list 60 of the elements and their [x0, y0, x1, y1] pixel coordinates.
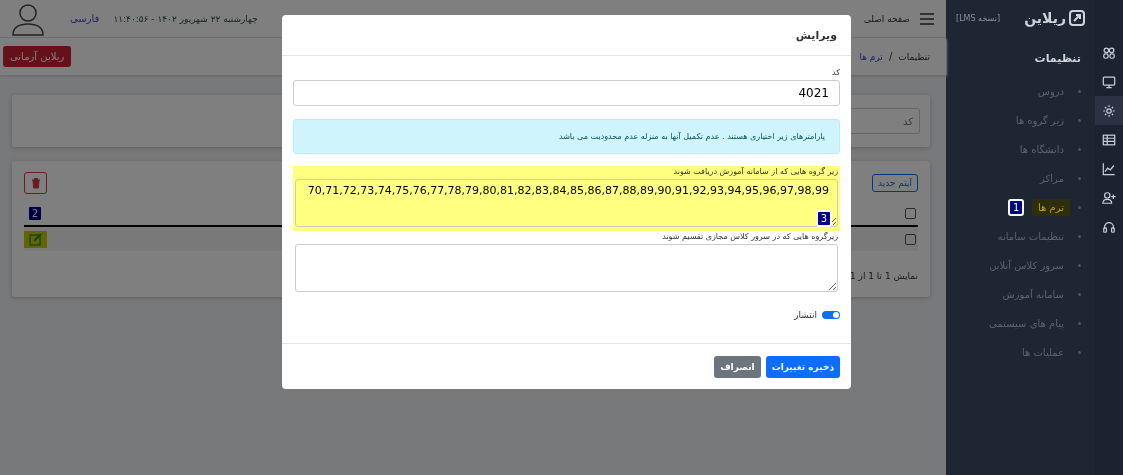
- annotation-badge: 2: [27, 205, 44, 222]
- sidebar-item[interactable]: ترم ها: [1032, 199, 1070, 216]
- toggle-label: انتشار: [794, 310, 817, 320]
- bullet-icon: [1078, 206, 1081, 209]
- sidebar-item[interactable]: سرور کلاس آنلاین: [983, 257, 1070, 274]
- bullet-icon: [1078, 235, 1081, 238]
- language-link[interactable]: فارسی: [70, 13, 100, 24]
- avatar-icon[interactable]: [10, 1, 46, 36]
- nav-link[interactable]: صفحه اصلی: [863, 13, 910, 24]
- sidebar-item[interactable]: تنظیمات سامانه: [991, 228, 1070, 245]
- bullet-icon: [1078, 119, 1081, 122]
- version-label: [نسخه LMS]: [956, 13, 1001, 23]
- annotation-badge: 1: [1007, 199, 1024, 216]
- pagination-info: نمایش 1 تا 1 از 1: [849, 271, 918, 281]
- row-checkbox[interactable]: [905, 233, 916, 245]
- logo-text: ریلاین: [1024, 10, 1066, 26]
- trash-icon: [30, 177, 41, 189]
- cancel-button[interactable]: انصراف: [714, 355, 761, 378]
- publish-toggle[interactable]: [822, 311, 840, 319]
- bullet-icon: [1078, 148, 1081, 151]
- sidebar-item[interactable]: پیام های سیستمی: [983, 315, 1070, 332]
- sidebar-item[interactable]: دانشگاه ها: [1013, 141, 1070, 158]
- code-field[interactable]: 4021: [293, 80, 840, 106]
- breadcrumb-item[interactable]: تنظیمات: [898, 51, 930, 62]
- bullet-icon: [1078, 351, 1081, 354]
- date-time: چهارشنبه ۲۲ شهریور ۱۴۰۲ - ۱۱:۴۰:۵۶: [113, 13, 258, 24]
- field-label: زیرگروه هایی که در سرور کلاس مجازی تقسیم شوند: [661, 232, 838, 241]
- sidebar-item[interactable]: دروس: [1031, 83, 1070, 100]
- bullet-icon: [1078, 293, 1081, 296]
- breadcrumb-item[interactable]: ترم ها: [859, 51, 883, 62]
- headset-icon[interactable]: [1102, 219, 1116, 234]
- delete-button[interactable]: [24, 172, 47, 194]
- dialog-title: ویرایش: [282, 15, 851, 56]
- sidebar-item[interactable]: سامانه آموزش: [996, 286, 1070, 303]
- menu-icon[interactable]: [920, 12, 934, 25]
- new-item-button[interactable]: آیتم جدید: [871, 174, 918, 192]
- monitor-icon[interactable]: [1102, 74, 1116, 89]
- people-icon[interactable]: [1102, 45, 1116, 60]
- sidebar-item[interactable]: زیر گروه ها: [1009, 112, 1070, 129]
- annotation-badge: 3: [815, 210, 832, 227]
- breadcrumb-separator: /: [888, 51, 893, 62]
- sidebar-item[interactable]: مراکز: [1034, 170, 1070, 187]
- bullet-icon: [1078, 177, 1081, 180]
- sidebar-item[interactable]: عملیات ها: [1015, 344, 1070, 361]
- bullet-icon: [1078, 90, 1081, 93]
- gear-icon[interactable]: [1102, 103, 1116, 118]
- table-icon[interactable]: [1102, 132, 1116, 147]
- logo-icon: [1069, 10, 1085, 26]
- field-label: زیر گروه هایی که از سامانه آموزش دریافت شوند: [672, 167, 838, 176]
- logo[interactable]: ریلاین: [1024, 10, 1085, 26]
- organization-button[interactable]: ریلاین آرمانی: [3, 46, 72, 67]
- field-label: کد: [831, 68, 840, 77]
- bullet-icon: [1078, 264, 1081, 267]
- user-plus-icon[interactable]: [1102, 190, 1116, 205]
- section-heading: تنظیمات: [1033, 51, 1082, 67]
- chart-icon[interactable]: [1102, 161, 1116, 176]
- info-alert: پارامترهای زیر اختیاری هستند . عدم تکمیل آنها به منزله عدم محدودیت می باشد: [293, 119, 840, 154]
- save-button[interactable]: ذخیره تغییرات: [765, 355, 840, 378]
- bullet-icon: [1078, 322, 1081, 325]
- select-all-checkbox[interactable]: [905, 208, 916, 219]
